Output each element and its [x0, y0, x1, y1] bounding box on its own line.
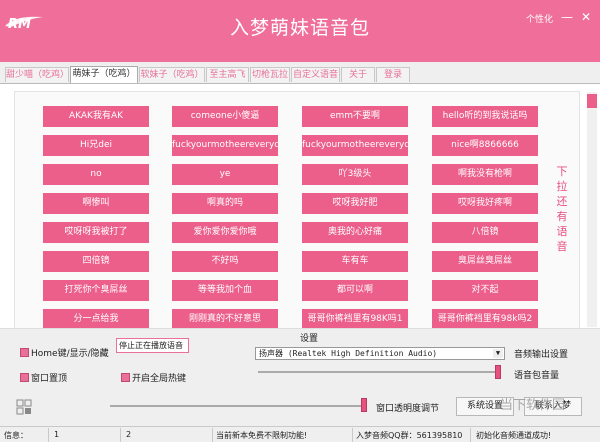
- close-button[interactable]: ✕: [579, 10, 593, 24]
- hotkey-toggle[interactable]: Home键/显示/隐藏: [20, 346, 109, 359]
- status-divider: [212, 428, 213, 442]
- hint-char: 语: [556, 225, 568, 238]
- phrase-button[interactable]: 哥哥你裤裆里有98K吗1: [302, 309, 408, 328]
- phrase-button[interactable]: 啊惨叫: [43, 193, 149, 214]
- phrase-button[interactable]: 车有车: [302, 251, 408, 272]
- phrase-button[interactable]: 打死你个臭屌丝: [43, 280, 149, 301]
- watermark: 当下软件园: [500, 398, 566, 413]
- title-bar: RM 入梦萌妹语音包 个性化 — ✕: [0, 0, 600, 62]
- app-title: 入梦萌妹语音包: [229, 17, 370, 39]
- tab-5[interactable]: 切枪瓦拉: [250, 67, 290, 82]
- phrase-button[interactable]: 哥哥你裤裆里有98k吗2: [432, 309, 538, 328]
- phrase-button[interactable]: 哎呀我好疼啊: [432, 193, 538, 214]
- phrase-button[interactable]: 啊真的吗: [172, 193, 278, 214]
- vertical-scrollbar[interactable]: [587, 92, 597, 327]
- volume-slider-track[interactable]: [258, 371, 498, 373]
- phrase-button[interactable]: fuckyourmotheereverydat: [172, 135, 278, 156]
- scroll-hint: 下拉还有语音: [555, 164, 569, 254]
- phrase-button[interactable]: emm不要啊: [302, 106, 408, 127]
- phrase-button[interactable]: comeone小傻逼: [172, 106, 278, 127]
- status-bar: 信息： 1 2 当前新本免费不限制功能! 入梦音频QQ群：561395810 初…: [0, 426, 600, 442]
- status-divider: [470, 428, 471, 442]
- topmost-checkbox[interactable]: [20, 373, 29, 382]
- opacity-slider-track[interactable]: [110, 405, 364, 407]
- status-divider: [48, 428, 49, 442]
- phrase-button[interactable]: 啊我没有枪啊: [432, 164, 538, 185]
- global-hotkey-checkbox[interactable]: [121, 373, 130, 382]
- status-field-1: 1: [54, 430, 60, 439]
- phrase-button[interactable]: 哎呀呀我被打了: [43, 222, 149, 243]
- phrase-panel: AKAK我有AK comeone小傻逼 emm不要啊 hello听的到我说话吗 Hi兄d…: [14, 91, 580, 329]
- phrase-button[interactable]: 四倍镜: [43, 251, 149, 272]
- hint-char: 有: [556, 210, 568, 223]
- global-hotkey-label: 开启全局热键: [132, 374, 187, 384]
- topmost-label: 窗口置顶: [31, 374, 68, 384]
- phrase-button[interactable]: Hi兄dei: [43, 135, 149, 156]
- audio-device-value: 扬声器 (Realtek High Definition Audio): [259, 349, 438, 358]
- phrase-button[interactable]: fuckyourmotheereverydat: [302, 135, 408, 156]
- topmost-toggle[interactable]: 窗口置顶: [20, 371, 67, 384]
- phrase-button[interactable]: 分一点给我: [43, 309, 149, 328]
- status-divider: [352, 428, 353, 442]
- phrase-button[interactable]: 对不起: [432, 280, 538, 301]
- opacity-slider-thumb[interactable]: [361, 398, 367, 412]
- audio-device-select[interactable]: 扬声器 (Realtek High Definition Audio) ▼: [255, 347, 505, 360]
- status-qq: 入梦音频QQ群：561395810: [356, 431, 463, 440]
- phrase-button[interactable]: hello听的到我说话吗: [432, 106, 538, 127]
- volume-slider-thumb[interactable]: [495, 365, 501, 379]
- phrase-button[interactable]: 都可以啊: [302, 280, 408, 301]
- grid-icon[interactable]: [16, 399, 32, 415]
- phrase-button[interactable]: 不好吗: [172, 251, 278, 272]
- hint-char: 还: [556, 195, 568, 208]
- status-field-2: 2: [126, 430, 132, 439]
- chevron-down-icon[interactable]: ▼: [493, 349, 503, 358]
- phrase-button[interactable]: 爱你爱你爱你哦: [172, 222, 278, 243]
- phrase-button[interactable]: 八倍镜: [432, 222, 538, 243]
- status-info-label: 信息：: [4, 431, 28, 440]
- phrase-button[interactable]: nice啊8866666: [432, 135, 538, 156]
- scrollbar-thumb[interactable]: [587, 94, 597, 108]
- phrase-button[interactable]: 奥我的心好痛: [302, 222, 408, 243]
- status-result: 初始化音频通道成功!: [476, 431, 552, 440]
- customize-button[interactable]: 个性化: [526, 12, 553, 25]
- minimize-button[interactable]: —: [560, 10, 574, 24]
- volume-label: 语音包音量: [514, 371, 560, 381]
- tab-3[interactable]: 软妹子（吃鸡）: [139, 67, 205, 82]
- global-hotkey-toggle[interactable]: 开启全局热键: [121, 371, 186, 384]
- phrase-button[interactable]: AKAK我有AK: [43, 106, 149, 127]
- phrase-button[interactable]: ye: [172, 164, 278, 185]
- status-notice: 当前新本免费不限制功能!: [216, 431, 308, 440]
- tab-bar: 甜少喵（吃鸡） 萌妹子（吃鸡） 软妹子（吃鸡） 至主高飞 切枪瓦拉 自定义语音 关于 登录: [5, 66, 600, 83]
- hint-char: 音: [556, 240, 568, 253]
- phrase-button[interactable]: 吖3级头: [302, 164, 408, 185]
- phrase-button[interactable]: 等等我加个血: [172, 280, 278, 301]
- tab-1[interactable]: 甜少喵（吃鸡）: [5, 67, 69, 82]
- hint-char: 拉: [556, 180, 568, 193]
- opacity-label: 窗口透明度调节: [376, 404, 440, 414]
- tab-7[interactable]: 关于: [341, 67, 375, 82]
- tab-2[interactable]: 萌妹子（吃鸡）: [70, 66, 138, 83]
- content-area: AKAK我有AK comeone小傻逼 emm不要啊 hello听的到我说话吗 Hi兄d…: [0, 83, 600, 329]
- hotkey-checkbox[interactable]: [20, 348, 29, 357]
- phrase-button[interactable]: 臭屌丝臭屌丝: [432, 251, 538, 272]
- audio-output-label: 音频输出设置: [514, 350, 569, 360]
- tab-8[interactable]: 登录: [376, 67, 410, 82]
- hint-char: 下: [556, 165, 568, 178]
- stop-playback-button[interactable]: 停止正在播放语音: [116, 338, 189, 353]
- settings-group-label: 设置: [300, 334, 319, 344]
- status-divider: [120, 428, 121, 442]
- hotkey-label: Home键/显示/隐藏: [31, 349, 109, 359]
- phrase-button[interactable]: 哎呀我好肥: [302, 193, 408, 214]
- tab-6[interactable]: 自定义语音: [291, 67, 340, 82]
- phrase-button[interactable]: no: [43, 164, 149, 185]
- tab-4[interactable]: 至主高飞: [206, 67, 249, 82]
- phrase-button[interactable]: 刚刚真的不好意思: [172, 309, 278, 328]
